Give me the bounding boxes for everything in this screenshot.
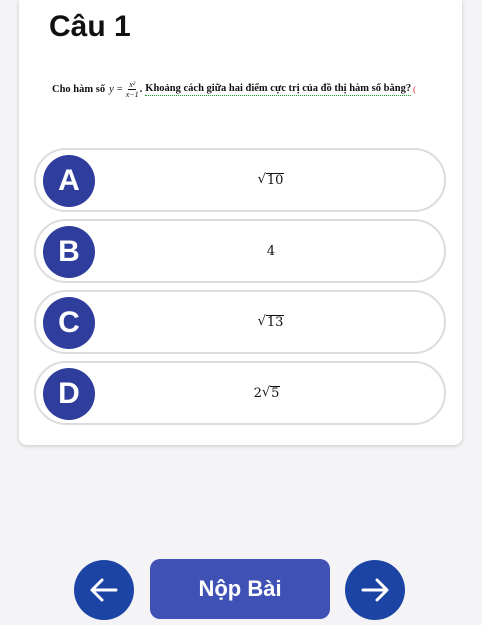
function-fraction: x² x−1	[126, 80, 139, 99]
sqrt-expression: √ 5	[262, 385, 281, 401]
coefficient: 2	[253, 385, 262, 401]
equals-sign: =	[116, 84, 123, 95]
option-a-answer: √ 10	[236, 150, 306, 210]
function-variable: y	[109, 84, 114, 95]
previous-button[interactable]	[74, 560, 134, 620]
option-b-badge: B	[43, 226, 95, 278]
next-button[interactable]	[345, 560, 405, 620]
radicand: 5	[270, 386, 281, 401]
arrow-right-icon	[361, 578, 389, 602]
sqrt-expression: √ 10	[258, 172, 285, 188]
arrow-left-icon	[90, 578, 118, 602]
option-b-answer: 4	[266, 243, 276, 259]
question-title: Câu 1	[49, 10, 131, 43]
question-prefix: Cho hàm số	[52, 84, 106, 95]
radicand: 10	[265, 173, 285, 188]
option-a-badge: A	[43, 155, 95, 207]
option-b[interactable]: B 4	[34, 219, 446, 283]
option-c[interactable]: C √ 13	[34, 290, 446, 354]
fraction-period: .	[139, 84, 143, 95]
sqrt-expression: √ 13	[258, 314, 285, 330]
fraction-numerator: x²	[128, 80, 137, 90]
question-text: Cho hàm số y = x² x−1 . Khoảng cách giữa…	[52, 80, 452, 99]
radical-sign: √	[261, 385, 271, 400]
option-c-answer: √ 13	[236, 292, 306, 352]
option-d-badge: D	[43, 368, 95, 420]
option-c-badge: C	[43, 297, 95, 349]
option-d-answer: 2 √ 5	[232, 363, 302, 423]
trailing-mark: (	[413, 85, 416, 94]
option-a[interactable]: A √ 10	[34, 148, 446, 212]
radical-sign: √	[257, 314, 266, 329]
question-suffix: Khoảng cách giữa hai điểm cực trị của đồ…	[145, 83, 412, 96]
fraction-denominator: x−1	[125, 90, 139, 99]
option-d[interactable]: D 2 √ 5	[34, 361, 446, 425]
submit-button[interactable]: Nộp Bài	[150, 559, 330, 619]
radical-sign: √	[257, 172, 266, 187]
radicand: 13	[265, 315, 285, 330]
